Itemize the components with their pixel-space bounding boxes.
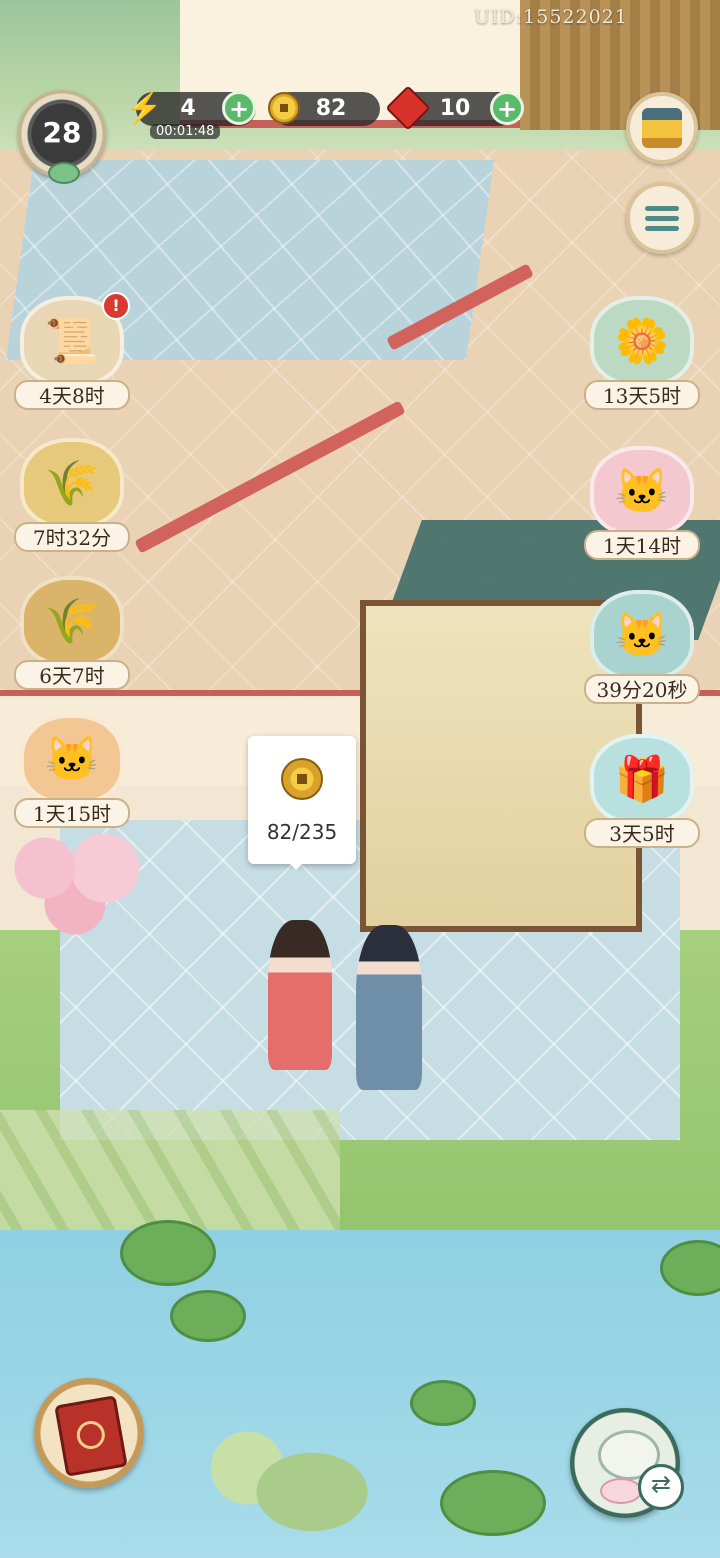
timer-label: 13天5时	[584, 380, 700, 410]
shop-button[interactable]	[626, 92, 698, 164]
golden-wheat-icon: 🌾	[20, 438, 124, 528]
menu-icon	[645, 201, 679, 236]
chrysanthemum-icon: 🌼	[590, 296, 694, 386]
coin-value: 82	[315, 96, 347, 121]
wheat-field-icon: 🌾	[20, 576, 124, 666]
gift-box-cat-icon: 🎁	[590, 734, 694, 824]
timer-tile-left-2[interactable]: 🌾 7时32分	[14, 438, 130, 556]
timer-tile-right-2[interactable]: 🐱 1天14时	[584, 446, 700, 564]
turtle-with-cat[interactable]	[210, 1420, 380, 1540]
character-scholar[interactable]	[356, 925, 422, 1090]
lily-pad	[120, 1220, 216, 1286]
book-button[interactable]	[34, 1378, 144, 1488]
timer-tile-left-4[interactable]: 🐱 1天15时	[14, 714, 130, 832]
timer-tile-right-1[interactable]: 🌼 13天5时	[584, 296, 700, 414]
coin-icon	[262, 86, 306, 130]
coin-collect-count: 82/235	[266, 820, 338, 844]
cherry-tree[interactable]	[0, 820, 150, 940]
swap-arrow-icon: ⇄	[638, 1464, 684, 1510]
timer-label: 1天14时	[584, 530, 700, 560]
timer-tile-right-3[interactable]: 🐱 39分20秒	[584, 590, 700, 708]
bunny-bun-icon	[600, 1478, 642, 1504]
red-book-icon	[54, 1395, 128, 1477]
timer-label: 3天5时	[584, 818, 700, 848]
lucky-cat-icon: 🐱	[20, 714, 124, 804]
leaf-icon	[48, 162, 80, 184]
timer-label: 7时32分	[14, 522, 130, 552]
gem-value: 10	[439, 96, 471, 121]
player-level: 28	[42, 116, 82, 149]
treasure-pavilion-icon	[642, 108, 682, 148]
add-energy-button[interactable]: +	[222, 91, 256, 125]
menu-button[interactable]	[626, 182, 698, 254]
add-gems-button[interactable]: +	[490, 91, 524, 125]
ruby-icon	[385, 85, 431, 131]
pink-cat-icon: 🐱	[590, 446, 694, 536]
coin-cart-cat-icon: 🐱	[590, 590, 694, 680]
timer-label: 1天15时	[14, 798, 130, 828]
coin-collect-bubble[interactable]: 82/235	[248, 736, 356, 870]
alert-badge: !	[102, 292, 130, 320]
timer-tile-right-4[interactable]: 🎁 3天5时	[584, 734, 700, 852]
lily-pad	[440, 1470, 546, 1536]
timer-tile-left-3[interactable]: 🌾 6天7时	[14, 576, 130, 694]
player-level-badge[interactable]: 28	[18, 90, 106, 184]
lily-pad	[170, 1290, 246, 1342]
timer-label: 6天7时	[14, 660, 130, 690]
timer-label: 4天8时	[14, 380, 130, 410]
coin-icon	[281, 758, 323, 800]
lily-pad	[410, 1380, 476, 1426]
energy-value: 4	[180, 96, 196, 121]
character-girl[interactable]	[268, 920, 332, 1070]
uid-label: UID:15522021	[474, 6, 628, 28]
tea-button[interactable]: ⇄	[570, 1408, 684, 1518]
timer-label: 39分20秒	[584, 674, 700, 704]
timer-tile-left-1[interactable]: 📜 ! 4天8时	[14, 292, 130, 414]
energy-timer: 00:01:48	[150, 124, 221, 139]
